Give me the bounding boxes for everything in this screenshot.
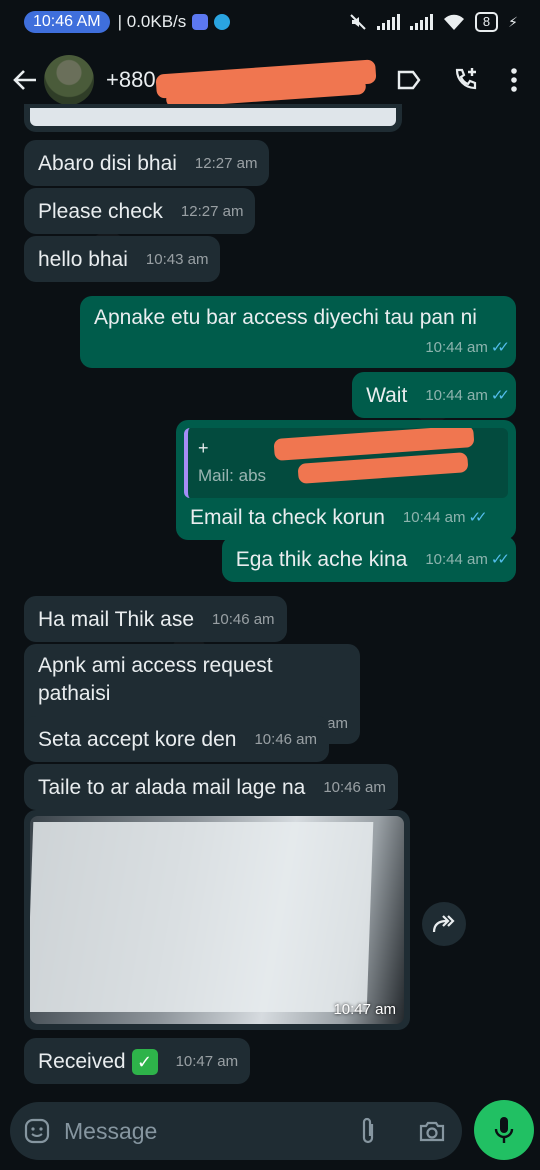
message-text: Wait (366, 384, 408, 407)
message-text: Abaro disi bhai (38, 152, 177, 175)
camera-icon[interactable] (418, 1119, 446, 1143)
screen-area (30, 822, 374, 1012)
add-call-icon[interactable] (452, 66, 480, 94)
image-message[interactable]: 10:47 am (24, 810, 410, 1030)
battery-indicator: 8 (474, 12, 499, 32)
read-ticks-icon: ✓✓ (490, 551, 510, 568)
message-time: 10:43 am (145, 251, 209, 268)
check-mark-emoji-icon: ✓ (131, 1049, 158, 1076)
contact-name-text: +880 (106, 67, 156, 92)
read-ticks-icon: ✓✓ (468, 509, 487, 526)
message-time: 10:44 am ✓✓ (425, 551, 510, 568)
more-options-icon[interactable] (510, 67, 518, 93)
contact-name[interactable]: +880 (106, 59, 377, 108)
forward-icon (432, 915, 455, 933)
message-text: Ha mail Thik ase (38, 608, 195, 631)
message-text: Please check (38, 200, 163, 223)
message-time: 10:46 am (212, 611, 275, 628)
message-out[interactable]: Wait 10:44 am ✓✓ (352, 372, 516, 418)
read-ticks-icon: ✓✓ (490, 387, 510, 404)
label-icon[interactable] (396, 69, 422, 91)
microphone-icon (494, 1117, 514, 1143)
back-arrow-icon (13, 70, 36, 90)
message-text: Received (38, 1050, 126, 1073)
drive-screenshot-image[interactable] (30, 816, 404, 1024)
message-in[interactable]: Taile to ar alada mail lage na 10:46 am (24, 764, 398, 810)
message-out[interactable]: Apnake etu bar access diyechi tau pan ni… (80, 296, 516, 368)
previous-image-thumbnail (30, 108, 396, 126)
message-in[interactable]: Seta accept kore den 10:46 am (24, 716, 330, 762)
message-text: Ega thik ache kina (235, 548, 408, 571)
notification-app-icon (192, 14, 209, 30)
previous-image-message[interactable] (24, 104, 402, 132)
read-ticks-icon: ✓✓ (490, 339, 510, 356)
signal-bars-icon (376, 14, 400, 30)
message-out-reply[interactable]: + Mail: abs Email ta check korun 10:44 am… (176, 420, 516, 540)
message-text-wrap: Received ✓ (38, 1048, 158, 1076)
wifi-icon (443, 14, 464, 30)
message-time: 10:47 am (333, 1001, 396, 1018)
message-text: Apnk ami access request pathaisi (38, 654, 273, 705)
message-time: 10:44 am ✓✓ (425, 387, 510, 404)
message-time: 12:27 am (180, 203, 244, 220)
quoted-message[interactable]: + Mail: abs (184, 428, 508, 498)
charging-icon: ⚡ (508, 13, 518, 30)
message-text: Email ta check korun (190, 506, 385, 529)
message-time: 10:46 am (254, 731, 318, 748)
forward-button[interactable] (422, 902, 466, 946)
message-out[interactable]: Ega thik ache kina 10:44 am ✓✓ (221, 536, 516, 582)
message-time: 10:44 am ✓✓ (402, 509, 488, 526)
voice-message-button[interactable] (474, 1100, 534, 1160)
message-in[interactable]: Abaro disi bhai 12:27 am (24, 140, 270, 186)
message-input[interactable]: Message (64, 1118, 157, 1145)
message-text: Seta accept kore den (38, 728, 237, 751)
attach-icon[interactable] (358, 1116, 378, 1146)
telegram-icon (214, 14, 231, 30)
mute-icon (350, 14, 366, 30)
back-button[interactable] (10, 65, 40, 95)
status-time: 10:46 AM (24, 11, 110, 33)
message-time: 10:46 am (323, 779, 386, 796)
message-in[interactable]: Received ✓ 10:47 am (24, 1038, 251, 1084)
message-text: Apnake etu bar access diyechi tau pan ni (94, 306, 477, 329)
status-bar: 10:46 AM | 0.0KB/s 8 ⚡ (0, 0, 540, 44)
contact-avatar[interactable] (44, 55, 94, 105)
message-in[interactable]: Please check 12:27 am (24, 188, 256, 234)
message-in[interactable]: hello bhai 10:43 am (24, 236, 221, 282)
network-speed: | 0.0KB/s (117, 12, 187, 31)
message-in[interactable]: Ha mail Thik ase 10:46 am (24, 596, 287, 642)
message-composer[interactable]: Message (10, 1102, 462, 1160)
message-text: hello bhai (38, 248, 128, 271)
message-time: 12:27 am (194, 155, 258, 172)
emoji-sticker-icon[interactable] (24, 1118, 50, 1144)
message-time: 10:47 am (175, 1053, 239, 1070)
signal-bars-2-icon (409, 14, 433, 30)
message-text: Taile to ar alada mail lage na (38, 776, 306, 799)
message-time: 10:44 am (425, 339, 488, 356)
